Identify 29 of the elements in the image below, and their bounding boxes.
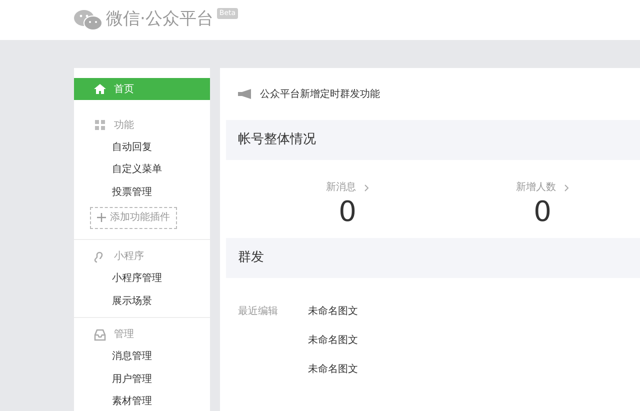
stat-value: 0 <box>338 195 356 229</box>
draft-link[interactable]: 未命名图文 <box>308 306 358 317</box>
sidebar-item[interactable]: 素材管理 <box>74 390 210 411</box>
section-title: 群发 <box>238 249 264 268</box>
plus-icon <box>97 213 106 222</box>
megaphone-icon <box>238 89 252 99</box>
chat-bubbles-icon <box>74 9 102 31</box>
inbox-icon <box>94 328 106 340</box>
section-heading: 管理 <box>114 328 134 342</box>
section-title: 帐号整体情况 <box>238 131 316 150</box>
sidebar-item[interactable]: 小程序管理 <box>74 268 210 290</box>
draft-link[interactable]: 未命名图文 <box>308 335 358 346</box>
sidebar-item[interactable]: 用户管理 <box>74 368 210 390</box>
section-heading: 功能 <box>114 118 134 132</box>
draft-link[interactable]: 未命名图文 <box>308 364 358 375</box>
section-heading: 小程序 <box>114 250 144 264</box>
sidebar-item[interactable]: 投票管理 <box>74 181 210 204</box>
recent-label: 最近编辑 <box>238 306 278 317</box>
stat-value: 0 <box>534 195 552 229</box>
sidebar-item[interactable]: 消息管理 <box>74 346 210 368</box>
sidebar-item[interactable]: 自动回复 <box>74 136 210 158</box>
sidebar-item[interactable]: 展示场景 <box>74 290 210 312</box>
sidebar-item[interactable]: 自定义菜单 <box>74 158 210 181</box>
chevron-right-icon <box>564 184 569 192</box>
notice-link[interactable]: 公众平台新增定时群发功能 <box>260 86 380 102</box>
logo-text: 微信·公众平台 <box>106 8 214 32</box>
grid-icon <box>94 119 106 131</box>
chevron-right-icon <box>364 184 369 192</box>
home-icon <box>94 83 106 95</box>
